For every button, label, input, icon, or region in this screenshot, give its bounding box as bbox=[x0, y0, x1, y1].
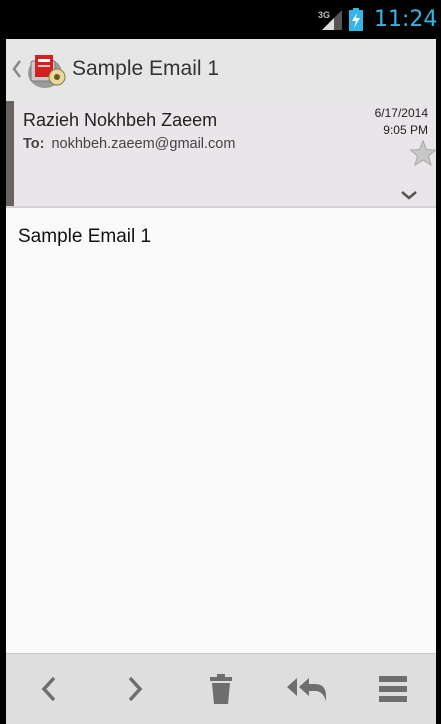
expand-icon[interactable] bbox=[400, 189, 418, 201]
menu-button[interactable] bbox=[350, 654, 436, 724]
next-icon bbox=[128, 676, 143, 702]
menu-icon bbox=[379, 676, 407, 702]
message-header[interactable]: Razieh Nokhbeh Zaeem To: nokhbeh.zaeem@gm… bbox=[6, 101, 436, 208]
battery-charging-icon bbox=[349, 8, 363, 31]
sender-name: Razieh Nokhbeh Zaeem bbox=[23, 110, 218, 130]
recipient-address: nokhbeh.zaeem@gmail.com bbox=[51, 136, 236, 152]
recipient-row: To: nokhbeh.zaeem@gmail.com bbox=[23, 136, 235, 152]
reply-all-icon bbox=[287, 678, 326, 701]
delete-icon bbox=[210, 674, 232, 704]
previous-icon bbox=[41, 676, 56, 702]
account-color-strip bbox=[6, 101, 14, 206]
app-frame: Sample Email 1 Razieh Nokhbeh Zaeem To: n… bbox=[6, 39, 437, 724]
to-label: To: bbox=[23, 136, 45, 152]
email-screen: 3G 11:24 Sample Email 1 Razieh Nokhbeh Z… bbox=[0, 0, 441, 724]
signal-icon bbox=[322, 10, 342, 30]
action-bar: Sample Email 1 bbox=[6, 39, 436, 102]
bottom-action-bar bbox=[6, 653, 436, 724]
next-button[interactable] bbox=[92, 654, 178, 724]
up-chevron-icon[interactable] bbox=[11, 58, 23, 80]
status-time: 11:24 bbox=[374, 7, 438, 32]
previous-button[interactable] bbox=[6, 654, 92, 724]
message-body: Sample Email 1 bbox=[6, 214, 436, 652]
message-time: 9:05 PM bbox=[383, 123, 428, 137]
app-icon[interactable] bbox=[25, 47, 69, 91]
message-body-text: Sample Email 1 bbox=[18, 226, 152, 247]
star-icon[interactable] bbox=[409, 139, 437, 167]
message-date: 6/17/2014 bbox=[374, 106, 428, 120]
delete-button[interactable] bbox=[178, 654, 264, 724]
page-title: Sample Email 1 bbox=[72, 57, 220, 80]
status-bar: 3G 11:24 bbox=[0, 0, 441, 39]
reply-all-button[interactable] bbox=[264, 654, 350, 724]
